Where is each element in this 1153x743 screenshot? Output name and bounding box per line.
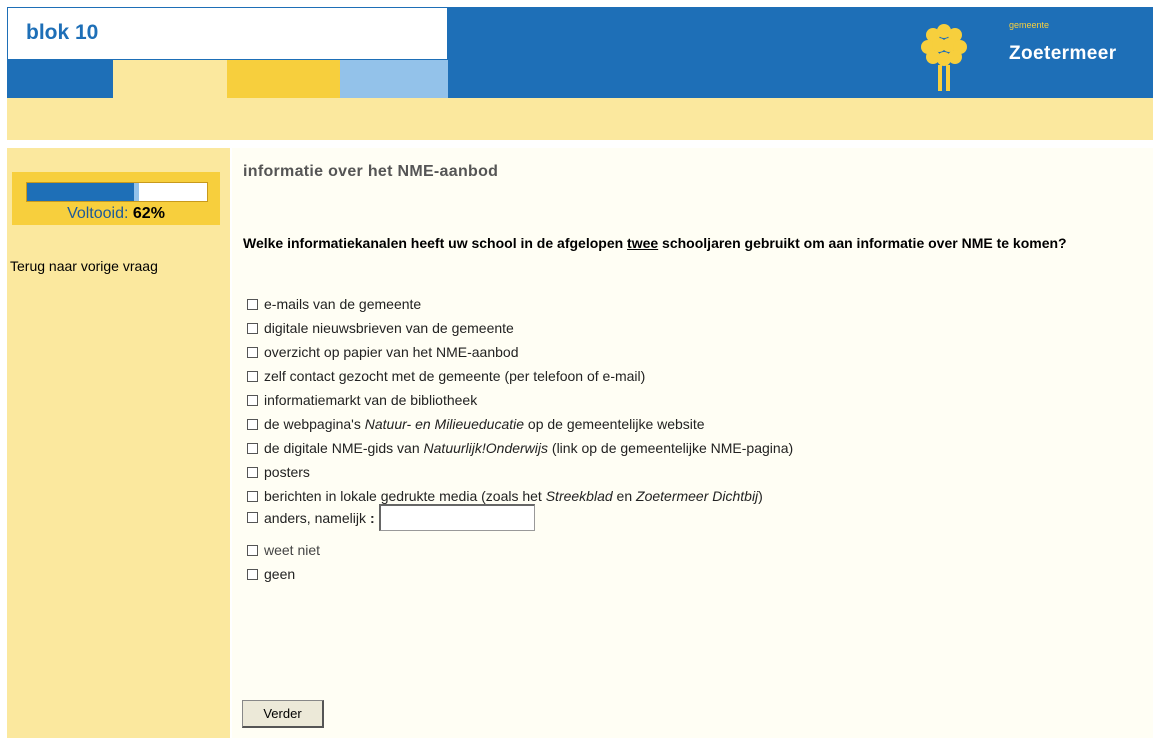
- option-label-part: berichten in lokale gedrukte media (zoal…: [264, 488, 546, 504]
- sidebar: Voltooid: 62% Terug naar vorige vraag: [7, 148, 230, 738]
- option-label: de webpagina's Natuur- en Milieueducatie…: [264, 416, 705, 432]
- question-emphasis: twee: [627, 235, 659, 251]
- option-label-italic: Streekblad: [545, 488, 613, 504]
- option-label: de digitale NME-gids van Natuurlijk!Onde…: [264, 440, 793, 456]
- option-label-italic: Natuur- en Milieueducatie: [364, 416, 525, 432]
- other-text-input[interactable]: [378, 504, 535, 531]
- checkbox[interactable]: [247, 394, 258, 406]
- block-title: blok 10: [26, 21, 99, 44]
- checkbox[interactable]: [247, 568, 258, 580]
- question-text: Welke informatiekanalen heeft uw school …: [243, 234, 1143, 252]
- section-title: informatie over het NME-aanbod: [243, 163, 499, 180]
- option-label: weet niet: [264, 542, 321, 558]
- option-label: geen: [264, 566, 296, 582]
- option-local-print-media[interactable]: berichten in lokale gedrukte media (zoal…: [247, 488, 763, 504]
- brand-subtitle: gemeente: [1009, 20, 1050, 30]
- zoetermeer-logo-icon: [921, 24, 967, 91]
- progress-bar-fill: [27, 183, 139, 201]
- header-band: [7, 98, 1153, 140]
- site-header: blok 10 gemeente Zoetermeer: [7, 7, 1153, 98]
- option-other[interactable]: anders, namelijk :: [247, 504, 535, 531]
- option-label-part: ): [758, 488, 763, 504]
- checkbox[interactable]: [247, 322, 258, 334]
- progress-bar: [26, 182, 208, 202]
- header-stripe-yellow: [227, 60, 340, 98]
- option-label-part: en: [612, 488, 637, 504]
- checkbox[interactable]: [247, 490, 258, 502]
- block-label-box: blok 10: [7, 7, 448, 60]
- back-to-previous-question-link[interactable]: Terug naar vorige vraag: [10, 258, 158, 274]
- option-label-part: de webpagina's: [264, 416, 365, 432]
- option-separator: :: [369, 509, 375, 526]
- option-label-part: op de gemeentelijke website: [524, 416, 705, 432]
- option-label: posters: [264, 464, 310, 480]
- checkbox[interactable]: [247, 512, 258, 523]
- progress-panel: Voltooid: 62%: [12, 172, 220, 225]
- option-library-market[interactable]: informatiemarkt van de bibliotheek: [247, 392, 477, 408]
- header-stripe-light-blue: [340, 60, 448, 98]
- question-part-2: schooljaren gebruikt om aan informatie o…: [658, 235, 1067, 251]
- option-dont-know[interactable]: weet niet: [247, 542, 320, 558]
- option-label: digitale nieuwsbrieven van de gemeente: [264, 320, 514, 336]
- option-posters[interactable]: posters: [247, 464, 310, 480]
- progress-text: Voltooid: 62%: [12, 205, 220, 223]
- checkbox[interactable]: [247, 370, 258, 382]
- option-label: overzicht op papier van het NME-aanbod: [264, 344, 519, 360]
- question-part-1: Welke informatiekanalen heeft uw school …: [243, 235, 628, 251]
- brand-name: Zoetermeer: [1009, 43, 1117, 64]
- header-stripe-yellow-light: [113, 60, 227, 98]
- option-digital-newsletters[interactable]: digitale nieuwsbrieven van de gemeente: [247, 320, 514, 336]
- progress-value: 62%: [132, 205, 165, 222]
- main-content: informatie over het NME-aanbod Welke inf…: [232, 148, 1153, 738]
- checkbox[interactable]: [247, 418, 258, 430]
- option-label-part: (link op de gemeentelijke NME-pagina): [548, 440, 794, 456]
- option-paper-overview[interactable]: overzicht op papier van het NME-aanbod: [247, 344, 518, 360]
- checkbox[interactable]: [247, 298, 258, 310]
- next-button[interactable]: Verder: [242, 700, 324, 728]
- option-emails-gemeente[interactable]: e-mails van de gemeente: [247, 296, 421, 312]
- option-webpages[interactable]: de webpagina's Natuur- en Milieueducatie…: [247, 416, 705, 432]
- option-label: anders, namelijk: [264, 509, 366, 526]
- option-label-italic: Natuurlijk!Onderwijs: [423, 440, 549, 456]
- option-label: e-mails van de gemeente: [264, 296, 422, 312]
- checkbox[interactable]: [247, 466, 258, 478]
- progress-label: Voltooid:: [67, 205, 129, 222]
- checkbox[interactable]: [247, 544, 258, 556]
- checkbox[interactable]: [247, 346, 258, 358]
- checkbox[interactable]: [247, 442, 258, 454]
- option-label: informatiemarkt van de bibliotheek: [264, 392, 478, 408]
- option-none[interactable]: geen: [247, 566, 295, 582]
- option-label-italic: Zoetermeer Dichtbij: [636, 488, 759, 504]
- option-label: berichten in lokale gedrukte media (zoal…: [264, 488, 763, 504]
- option-digital-nme-guide[interactable]: de digitale NME-gids van Natuurlijk!Onde…: [247, 440, 793, 456]
- option-own-contact[interactable]: zelf contact gezocht met de gemeente (pe…: [247, 368, 645, 384]
- option-label-part: de digitale NME-gids van: [264, 440, 424, 456]
- option-label: zelf contact gezocht met de gemeente (pe…: [264, 368, 646, 384]
